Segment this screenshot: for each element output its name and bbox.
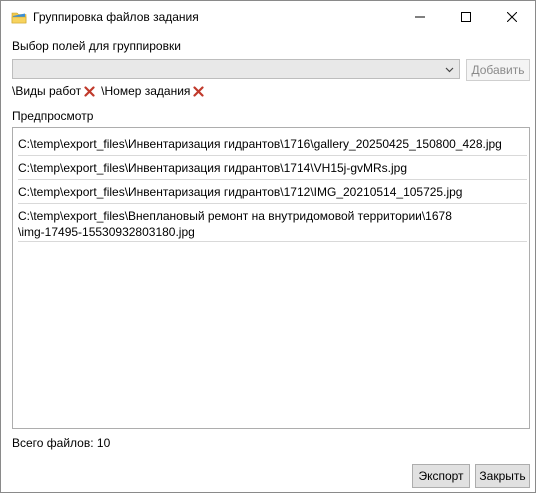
grouping-field-select[interactable]: [12, 59, 460, 79]
close-icon: [507, 12, 517, 22]
close-window-button[interactable]: [489, 1, 535, 33]
list-item[interactable]: C:\temp\export_files\Инвентаризация гидр…: [18, 180, 527, 204]
total-files-count: Всего файлов: 10: [12, 436, 111, 450]
maximize-icon: [461, 12, 471, 22]
minimize-icon: [415, 16, 425, 18]
window-title: Группировка файлов задания: [33, 10, 199, 24]
preview-list[interactable]: C:\temp\export_files\Инвентаризация гидр…: [12, 127, 530, 429]
field-tag-label: \Виды работ: [12, 84, 82, 98]
list-item[interactable]: C:\temp\export_files\Инвентаризация гидр…: [18, 156, 527, 180]
selected-fields: \Виды работ \Номер задания: [12, 84, 210, 98]
field-tag: \Виды работ: [12, 84, 95, 98]
field-tag: \Номер задания: [101, 84, 205, 98]
export-button[interactable]: Экспорт: [412, 464, 470, 488]
grouping-fields-label: Выбор полей для группировки: [12, 39, 181, 53]
minimize-button[interactable]: [397, 1, 443, 33]
maximize-button[interactable]: [443, 1, 489, 33]
add-button[interactable]: Добавить: [466, 59, 530, 81]
preview-label: Предпросмотр: [12, 109, 94, 123]
field-tag-label: \Номер задания: [101, 84, 191, 98]
group-files-dialog: Группировка файлов задания Выбор полей д…: [0, 0, 536, 493]
close-button[interactable]: Закрыть: [475, 464, 530, 488]
chevron-down-icon: [445, 67, 454, 73]
title-bar[interactable]: Группировка файлов задания: [1, 1, 535, 33]
list-item[interactable]: C:\temp\export_files\Внеплановый ремонт …: [18, 204, 527, 242]
remove-icon[interactable]: [84, 85, 95, 97]
folder-icon: [11, 9, 27, 25]
remove-icon[interactable]: [193, 85, 205, 97]
list-item[interactable]: C:\temp\export_files\Инвентаризация гидр…: [18, 132, 527, 156]
